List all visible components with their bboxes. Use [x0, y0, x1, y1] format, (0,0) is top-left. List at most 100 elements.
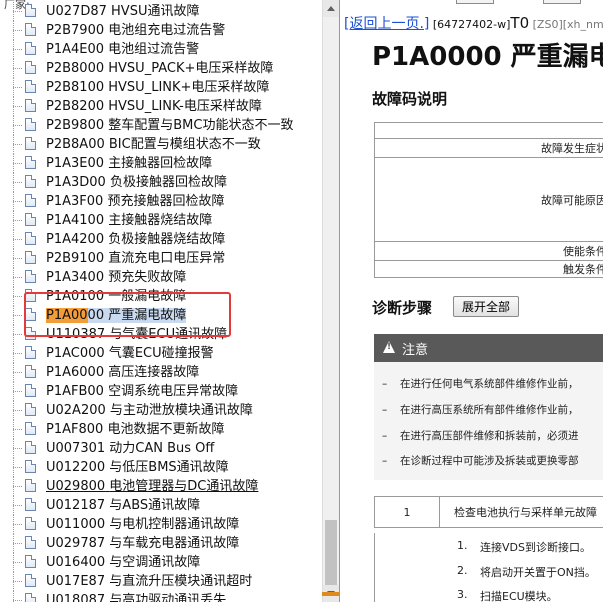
toolbar-button-1[interactable] — [456, 0, 494, 4]
tree-item-label[interactable]: P1A6000 高压连接器故障 — [46, 363, 199, 382]
tree-item[interactable]: P2B8A00 BIC配置与模组状态不一致 — [0, 135, 322, 154]
tree-item-label[interactable]: P2B8200 HVSU_LINK-电压采样故障 — [46, 97, 262, 116]
tree-item[interactable]: U029787 与车载充电器通讯故障 — [0, 534, 322, 553]
tree-item[interactable]: U012200 与低压BMS通讯故障 — [0, 458, 322, 477]
tree-item-label[interactable]: P1A3F00 预充接触器回检故障 — [46, 192, 224, 211]
tree-item[interactable]: P1AF800 电池数据不更新故障 — [0, 420, 322, 439]
tree-item-label[interactable]: P1AFB00 空调系统电压异常故障 — [46, 382, 238, 401]
tree-item-desc: 预充失败故障 — [108, 270, 187, 285]
tree-connector-branch — [13, 448, 23, 449]
tree-scrollbar[interactable] — [322, 0, 340, 602]
note-item: – 在进行高压系统所有部件维修作业前， — [382, 404, 579, 416]
tree-item-label[interactable]: U007301 动力CAN Bus Off — [46, 439, 214, 458]
tree-item[interactable]: P2B8000 HVSU_PACK+电压采样故障 — [0, 59, 322, 78]
tree-item[interactable]: U011000 与电机控制器通讯故障 — [0, 515, 322, 534]
tree-item-label[interactable]: U018087 与高功驱动通讯丢失 — [46, 591, 226, 602]
document-icon — [25, 403, 36, 416]
tree-connector-branch — [13, 581, 23, 582]
tree-item[interactable]: U027D87 HVSU通讯故障 — [0, 2, 322, 21]
tree-item[interactable]: U012187 与ABS通讯故障 — [0, 496, 322, 515]
tree-item-code: P1AC000 — [46, 346, 105, 361]
tree-item-code: P2B8100 — [46, 80, 105, 95]
document-icon — [25, 441, 36, 454]
toolbar-button-2[interactable] — [543, 0, 581, 4]
tree-item[interactable]: U017E87 与直流升压模块通讯超时 — [0, 572, 322, 591]
tree-item-desc: 负极接触器回检故障 — [109, 175, 227, 190]
tree-item-desc: 与高功驱动通讯丢失 — [109, 593, 227, 602]
tree-item[interactable]: P2B9800 整车配置与BMC功能状态不一致 — [0, 116, 322, 135]
document-icon — [25, 213, 36, 226]
tree-item[interactable]: P2B8200 HVSU_LINK-电压采样故障 — [0, 97, 322, 116]
tree-item-label[interactable]: U012187 与ABS通讯故障 — [46, 496, 200, 515]
tree-item-label[interactable]: U027D87 HVSU通讯故障 — [46, 2, 199, 21]
tree-item[interactable]: P2B7900 电池组充电过流告警 — [0, 21, 322, 40]
tree-item-desc: 气囊ECU碰撞报警 — [108, 346, 214, 361]
tree-item[interactable]: U007301 动力CAN Bus Off — [0, 439, 322, 458]
tree-item-label[interactable]: P2B9100 直流充电口电压异常 — [46, 249, 225, 268]
tree-item[interactable]: P1AFB00 空调系统电压异常故障 — [0, 382, 322, 401]
tree-item-desc: 主接触器烧结故障 — [108, 213, 213, 228]
tree-item[interactable]: U02A200 与主动泄放模块通讯故障 — [0, 401, 322, 420]
tree-item-desc: 电池组充电过流告警 — [108, 23, 226, 38]
tree-item[interactable]: U016400 与空调通讯故障 — [0, 553, 322, 572]
tree-item[interactable]: P1A3E00 主接触器回检故障 — [0, 154, 322, 173]
tree-item-desc: BIC配置与模组状态不一致 — [108, 137, 261, 152]
tree-item-desc: 电池组过流告警 — [108, 42, 200, 57]
tree-item-label[interactable]: U029800 电池管理器与DC通讯故障 — [46, 477, 258, 496]
tree-item-label[interactable]: U02A200 与主动泄放模块通讯故障 — [46, 401, 253, 420]
diag-steps-heading: 诊断步骤 — [372, 299, 433, 317]
tree-item-desc: 电池管理器与DC通讯故障 — [109, 479, 259, 494]
tree-item[interactable]: P1A3400 预充失败故障 — [0, 268, 322, 287]
tree-item-label[interactable]: P2B8000 HVSU_PACK+电压采样故障 — [46, 59, 273, 78]
tree-item-label[interactable]: P2B7900 电池组充电过流告警 — [46, 21, 225, 40]
step-detail-num: 3. — [457, 588, 468, 601]
tree-item-label[interactable]: P1A3E00 主接触器回检故障 — [46, 154, 212, 173]
tree-item[interactable]: P1A4200 负极接触器烧结故障 — [0, 230, 322, 249]
diag-step-row[interactable]: 1 检查电池执行与采样单元故障 — [374, 496, 603, 528]
tree-item-code: P1A3F00 — [46, 194, 104, 209]
note-title: 注意 — [402, 343, 429, 358]
document-icon — [25, 384, 36, 397]
document-icon — [25, 346, 36, 359]
tree-item-label[interactable]: U016400 与空调通讯故障 — [46, 553, 200, 572]
tree-item[interactable]: P2B8100 HVSU_LINK+电压采样故障 — [0, 78, 322, 97]
tree-item-label[interactable]: U029787 与车载充电器通讯故障 — [46, 534, 239, 553]
scroll-up-arrow-icon[interactable] — [323, 0, 340, 17]
tree-item-label[interactable]: P1A4200 负极接触器烧结故障 — [46, 230, 225, 249]
document-icon — [25, 574, 36, 587]
tree-item-label[interactable]: P1AF800 电池数据不更新故障 — [46, 420, 224, 439]
step-number: 1 — [374, 496, 440, 528]
tree-item[interactable]: U018087 与高功驱动通讯丢失 — [0, 591, 322, 602]
tree-item[interactable]: U029800 电池管理器与DC通讯故障 — [0, 477, 322, 496]
tree-connector-branch — [13, 87, 23, 88]
tree-item[interactable]: P1AC000 气囊ECU碰撞报警 — [0, 344, 322, 363]
tree-item-label[interactable]: U011000 与电机控制器通讯故障 — [46, 515, 239, 534]
scroll-thumb[interactable] — [325, 520, 337, 590]
tree-item[interactable]: P2B9100 直流充电口电压异常 — [0, 249, 322, 268]
tree-item-label[interactable]: P2B8100 HVSU_LINK+电压采样故障 — [46, 78, 269, 97]
tree-item-label[interactable]: U012200 与低压BMS通讯故障 — [46, 458, 229, 477]
tree-item-desc: 动力CAN Bus Off — [109, 441, 215, 456]
tree-item-desc: 负极接触器烧结故障 — [108, 232, 226, 247]
tree-item-label[interactable]: P1A3D00 负极接触器回检故障 — [46, 173, 227, 192]
back-link[interactable]: [返回上一页.] — [344, 16, 429, 32]
tree-item-label[interactable]: P1AC000 气囊ECU碰撞报警 — [46, 344, 214, 363]
document-icon — [25, 194, 36, 207]
tree-connector-branch — [13, 315, 23, 316]
tree-item-label[interactable]: P2B8A00 BIC配置与模组状态不一致 — [46, 135, 261, 154]
tree-item-label[interactable]: P1A3400 预充失败故障 — [46, 268, 186, 287]
diag-step-table: 1 检查电池执行与采样单元故障 — [374, 496, 603, 528]
note-body: – 在进行任何电气系统部件维修作业前， – 在进行高压系统所有部件维修作业前， – 在… — [374, 362, 603, 480]
tree-item[interactable]: P1A4100 主接触器烧结故障 — [0, 211, 322, 230]
tree-item-label[interactable]: P1A4E00 电池组过流告警 — [46, 40, 199, 59]
tree-item-label[interactable]: U017E87 与直流升压模块通讯超时 — [46, 572, 252, 591]
tree-item[interactable]: P1A6000 高压连接器故障 — [0, 363, 322, 382]
tree-item[interactable]: P1A4E00 电池组过流告警 — [0, 40, 322, 59]
tree-item-label[interactable]: P2B9800 整车配置与BMC功能状态不一致 — [46, 116, 293, 135]
tree-item[interactable]: P1A3D00 负极接触器回检故障 — [0, 173, 322, 192]
tree-item-label[interactable]: P1A4100 主接触器烧结故障 — [46, 211, 212, 230]
document-icon — [25, 479, 36, 492]
expand-all-button[interactable]: 展开全部 — [453, 296, 520, 317]
tree-item[interactable]: P1A3F00 预充接触器回检故障 — [0, 192, 322, 211]
tree-connector-branch — [13, 30, 23, 31]
